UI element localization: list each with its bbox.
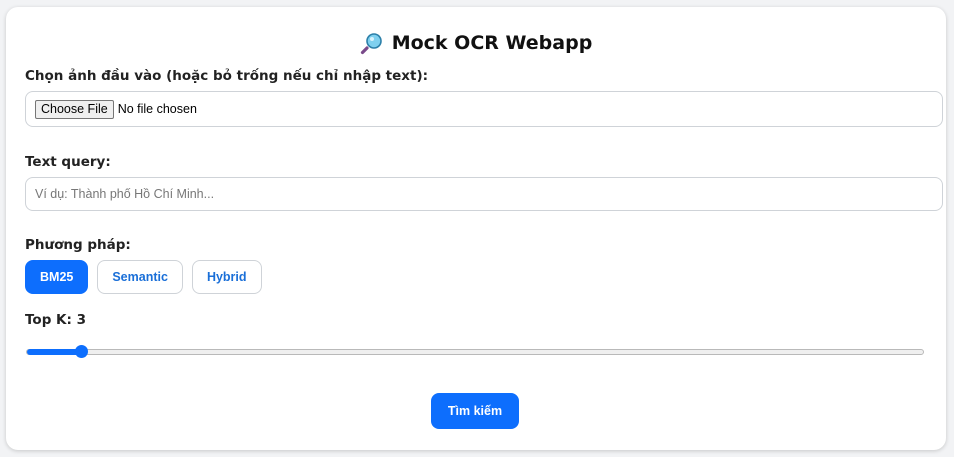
file-input[interactable]: Choose File No file chosen [25,91,943,127]
main-card: Mock OCR Webapp Chọn ảnh đầu vào (hoặc b… [6,7,946,450]
text-query-input[interactable] [25,177,943,211]
page-title: Mock OCR Webapp [6,31,946,55]
choose-file-button[interactable]: Choose File [35,99,114,119]
method-bm25-button[interactable]: BM25 [25,260,89,294]
page-title-text: Mock OCR Webapp [391,32,593,54]
top-k-slider[interactable] [26,345,924,358]
method-hybrid-button[interactable]: Hybrid [191,260,262,294]
magnifying-glass-icon [360,31,384,55]
image-input-label: Chọn ảnh đầu vào (hoặc bỏ trống nếu chỉ … [25,68,429,84]
search-button[interactable]: Tìm kiếm [431,393,519,429]
text-query-label: Text query: [25,154,111,170]
method-selector: BM25 Semantic Hybrid [25,260,262,294]
top-k-slider-thumb[interactable] [75,345,88,358]
method-label: Phương pháp: [25,237,131,253]
top-k-slider-fill [27,349,81,355]
method-semantic-button[interactable]: Semantic [97,260,183,294]
top-k-label: Top K: 3 [25,312,87,328]
file-status-text: No file chosen [117,102,197,116]
